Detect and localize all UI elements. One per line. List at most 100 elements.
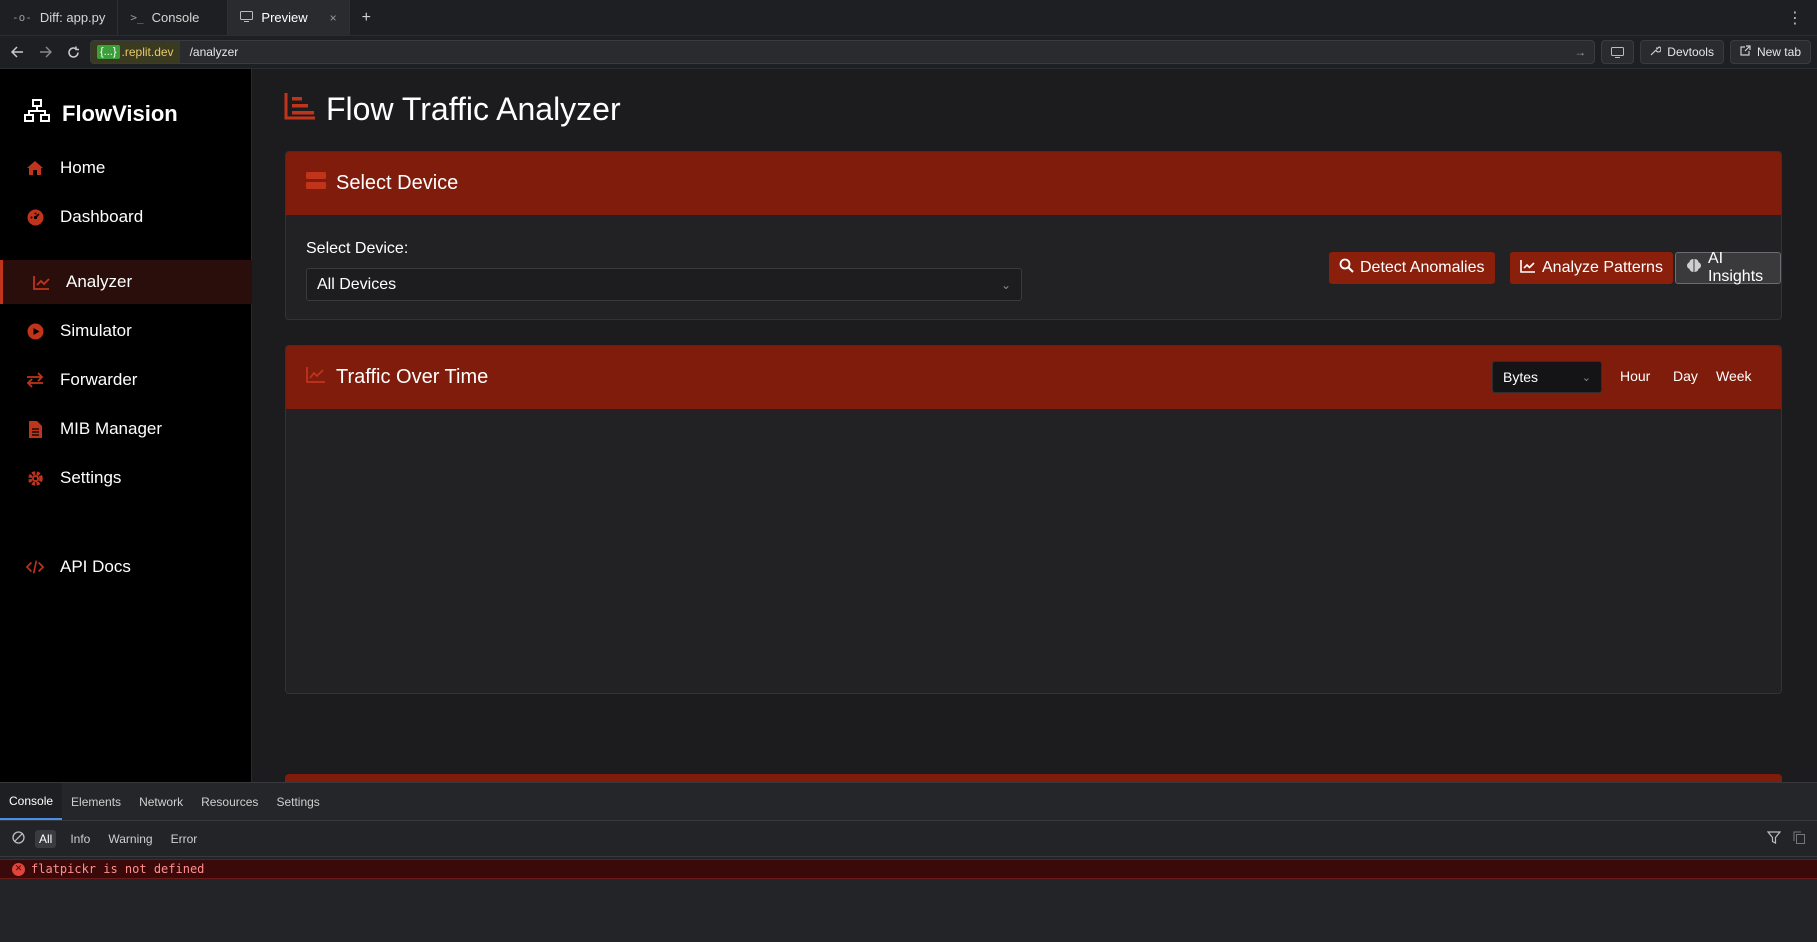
sidebar-item-mib-manager[interactable]: MIB Manager [0,407,252,451]
brain-icon [1686,258,1702,278]
copy-icon[interactable] [1793,831,1805,847]
more-menu-icon[interactable]: ⋮ [1773,0,1817,35]
sidebar-item-label: Forwarder [60,370,138,389]
external-link-icon [1740,45,1751,59]
wrench-icon [1650,45,1662,59]
devtools-tab-network[interactable]: Network [130,783,192,820]
chevron-down-icon: ⌄ [1581,371,1591,384]
range-hour-button[interactable]: Hour [1620,368,1650,384]
device-field-label: Select Device: [306,240,409,257]
close-icon[interactable]: × [330,11,337,25]
sidebar-item-settings[interactable]: Settings [0,456,252,500]
device-card-header: Select Device [286,152,1781,215]
browser-tab-bar: -o- Diff: app.py >_ Console Preview × + … [0,0,1817,36]
sidebar-item-label: Analyzer [66,272,133,291]
tab-console[interactable]: >_ Console [118,0,229,35]
tab-preview[interactable]: Preview × [228,0,350,35]
filter-icon[interactable] [1766,830,1782,847]
filter-warning[interactable]: Warning [104,830,156,848]
brand[interactable]: FlowVision [24,99,178,129]
device-select-value: All Devices [317,275,397,293]
devtools-tab-console[interactable]: Console [0,783,63,820]
devtools-tab-resources[interactable]: Resources [192,783,267,820]
next-card-header [285,774,1782,782]
server-icon [306,171,326,196]
main-content: Flow Traffic Analyzer Select Device Sele… [252,69,1817,782]
device-select[interactable]: All Devices ⌄ [306,268,1022,301]
clear-console-icon[interactable] [12,830,25,847]
chart-line-icon [32,273,50,291]
new-tab-button[interactable]: New tab [1729,40,1811,64]
sidebar-item-label: API Docs [60,557,131,576]
code-icon [26,558,44,576]
sidebar-item-label: Home [60,158,106,177]
monitor-icon [1611,46,1625,58]
filter-error[interactable]: Error [167,830,202,848]
sidebar-item-dashboard[interactable]: Dashboard [0,195,252,239]
forward-arrow-icon[interactable] [34,41,56,63]
ai-insights-label: AI Insights [1708,250,1764,285]
monitor-icon [240,10,254,25]
devtools-tabs: Console Elements Network Resources Setti… [0,783,1817,821]
chevron-down-icon: ⌄ [1000,277,1011,292]
console-filter-bar: All Info Warning Error [0,821,1817,857]
devtools-tab-settings[interactable]: Settings [267,783,328,820]
file-icon [26,420,44,438]
page-title: Flow Traffic Analyzer [284,91,621,128]
analyze-patterns-label: Analyze Patterns [1542,259,1663,276]
screen-size-button[interactable] [1601,40,1635,64]
traffic-chart-area [286,409,1781,693]
add-tab-button[interactable]: + [350,0,383,35]
url-host: {...} .replit.dev [91,41,180,63]
sidebar-item-label: Dashboard [60,207,144,226]
error-icon: ✕ [12,862,25,876]
devtools-panel: Console Elements Network Resources Setti… [0,782,1817,942]
go-arrow-icon[interactable]: → [1574,45,1594,59]
network-icon [24,99,50,129]
dashboard-icon [26,208,44,226]
console-actions [1766,830,1805,847]
exchange-icon [26,371,44,389]
console-error-row: ✕ flatpickr is not defined [0,859,1817,879]
traffic-card: Traffic Over Time Bytes ⌄ Hour Day Week [285,345,1782,694]
metric-select[interactable]: Bytes ⌄ [1492,361,1602,393]
device-card-title: Select Device [336,172,459,194]
page-title-text: Flow Traffic Analyzer [326,91,621,127]
devtools-label: Devtools [1667,45,1714,59]
git-commit-icon: -o- [12,11,32,24]
console-error-message: flatpickr is not defined [31,862,205,876]
url-input[interactable]: {...} .replit.dev /analyzer → [90,40,1596,64]
url-host-text: .replit.dev [121,45,174,59]
sidebar-item-home[interactable]: Home [0,146,252,190]
play-icon [26,322,44,340]
device-card: Select Device Select Device: All Devices… [285,151,1782,320]
url-path: /analyzer [189,45,239,59]
back-arrow-icon[interactable] [6,41,28,63]
range-week-button[interactable]: Week [1716,368,1752,384]
sidebar-item-label: Simulator [60,321,132,340]
detect-anomalies-button[interactable]: Detect Anomalies [1329,252,1495,284]
sidebar-item-label: Settings [60,468,122,487]
detect-anomalies-label: Detect Anomalies [1360,259,1485,276]
sidebar-item-forwarder[interactable]: Forwarder [0,358,252,402]
range-day-button[interactable]: Day [1673,368,1698,384]
ai-insights-button[interactable]: AI Insights [1675,250,1781,285]
filter-info[interactable]: Info [66,830,94,848]
app-viewport: FlowVision Home Dashboard Analyzer Simul… [0,69,1817,782]
devtools-button[interactable]: Devtools [1640,40,1724,64]
search-icon [1339,258,1354,278]
sidebar-item-analyzer[interactable]: Analyzer [0,260,252,304]
analyze-patterns-button[interactable]: Analyze Patterns [1510,252,1673,284]
home-icon [26,159,44,177]
traffic-card-title: Traffic Over Time [336,366,489,388]
chart-area-icon [306,366,326,389]
devtools-tab-elements[interactable]: Elements [62,783,130,820]
address-bar: {...} .replit.dev /analyzer → Devtools N… [0,36,1817,69]
sidebar-item-simulator[interactable]: Simulator [0,309,252,353]
tab-label: Diff: app.py [39,10,106,25]
sidebar: FlowVision Home Dashboard Analyzer Simul… [0,69,252,782]
reload-icon[interactable] [62,41,84,63]
tab-diff[interactable]: -o- Diff: app.py [0,0,119,35]
sidebar-item-api-docs[interactable]: API Docs [0,545,252,589]
filter-all[interactable]: All [35,829,57,848]
